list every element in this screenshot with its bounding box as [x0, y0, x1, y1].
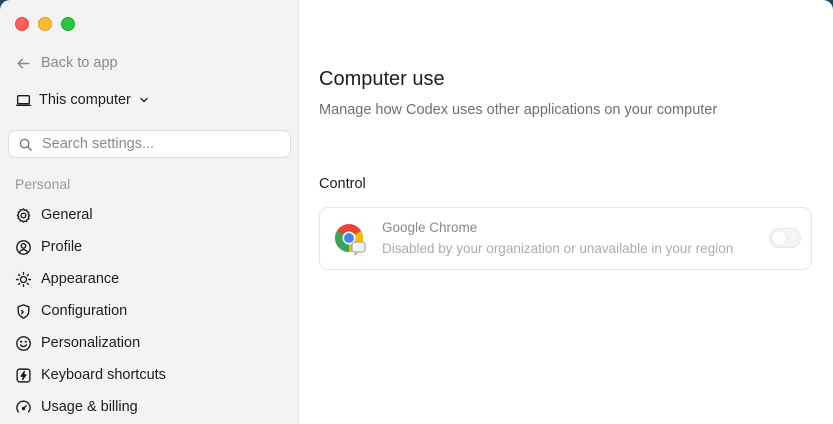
section-label-personal: Personal: [15, 176, 71, 192]
window-controls: [15, 17, 75, 31]
sidebar-item-label: Appearance: [41, 271, 120, 287]
sidebar-item-configuration[interactable]: Configuration: [15, 295, 285, 327]
gauge-icon: [15, 399, 32, 416]
minimize-window-button[interactable]: [38, 17, 52, 31]
sidebar-item-label: Profile: [41, 239, 83, 255]
page-description: Manage how Codex uses other applications…: [319, 102, 718, 118]
search-settings-box[interactable]: [8, 130, 291, 158]
search-settings-input[interactable]: [42, 136, 282, 152]
search-icon: [18, 137, 33, 152]
sidebar-item-label: Configuration: [41, 303, 128, 319]
sidebar-item-label: General: [41, 207, 93, 223]
app-name: Google Chrome: [382, 220, 478, 235]
sidebar-item-label: Usage & billing: [41, 399, 138, 415]
close-window-button[interactable]: [15, 17, 29, 31]
profile-icon: [15, 239, 32, 256]
gear-icon: [15, 207, 32, 224]
settings-nav: General Profile Appearance Configuration…: [15, 199, 285, 423]
chrome-app-icon: [333, 222, 367, 256]
bolt-icon: [15, 367, 32, 384]
smiley-icon: [15, 335, 32, 352]
settings-window: Back to app This computer Search setting…: [0, 0, 833, 424]
app-control-card: Google Chrome Disabled by your organizat…: [319, 207, 812, 270]
sidebar-item-appearance[interactable]: Appearance: [15, 263, 285, 295]
control-section-label: Control: [319, 176, 366, 192]
sidebar-item-usage-billing[interactable]: Usage & billing: [15, 391, 285, 423]
sidebar-item-general[interactable]: General: [15, 199, 285, 231]
sidebar-item-label: Personalization: [41, 335, 141, 351]
sidebar: Back to app This computer Search setting…: [0, 0, 299, 424]
sidebar-item-label: Keyboard shortcuts: [41, 367, 166, 383]
chevron-down-icon: [138, 92, 150, 109]
toggle-knob: [772, 231, 786, 245]
main-panel: Computer use Manage how Codex uses other…: [299, 0, 833, 424]
device-selector[interactable]: This computer: [15, 90, 150, 110]
device-selector-label: This computer: [39, 92, 131, 108]
back-to-app-link[interactable]: Back to app: [15, 53, 118, 73]
app-control-toggle[interactable]: [769, 228, 801, 248]
sidebar-item-profile[interactable]: Profile: [15, 231, 285, 263]
sidebar-item-keyboard-shortcuts[interactable]: Keyboard shortcuts: [15, 359, 285, 391]
app-status-text: Disabled by your organization or unavail…: [382, 241, 734, 256]
page-title: Computer use: [319, 68, 445, 90]
arrow-left-icon: [15, 55, 32, 72]
maximize-window-button[interactable]: [61, 17, 75, 31]
laptop-icon: [15, 92, 32, 109]
sidebar-item-personalization[interactable]: Personalization: [15, 327, 285, 359]
sun-icon: [15, 271, 32, 288]
back-to-app-label: Back to app: [41, 55, 118, 71]
shield-icon: [15, 303, 32, 320]
